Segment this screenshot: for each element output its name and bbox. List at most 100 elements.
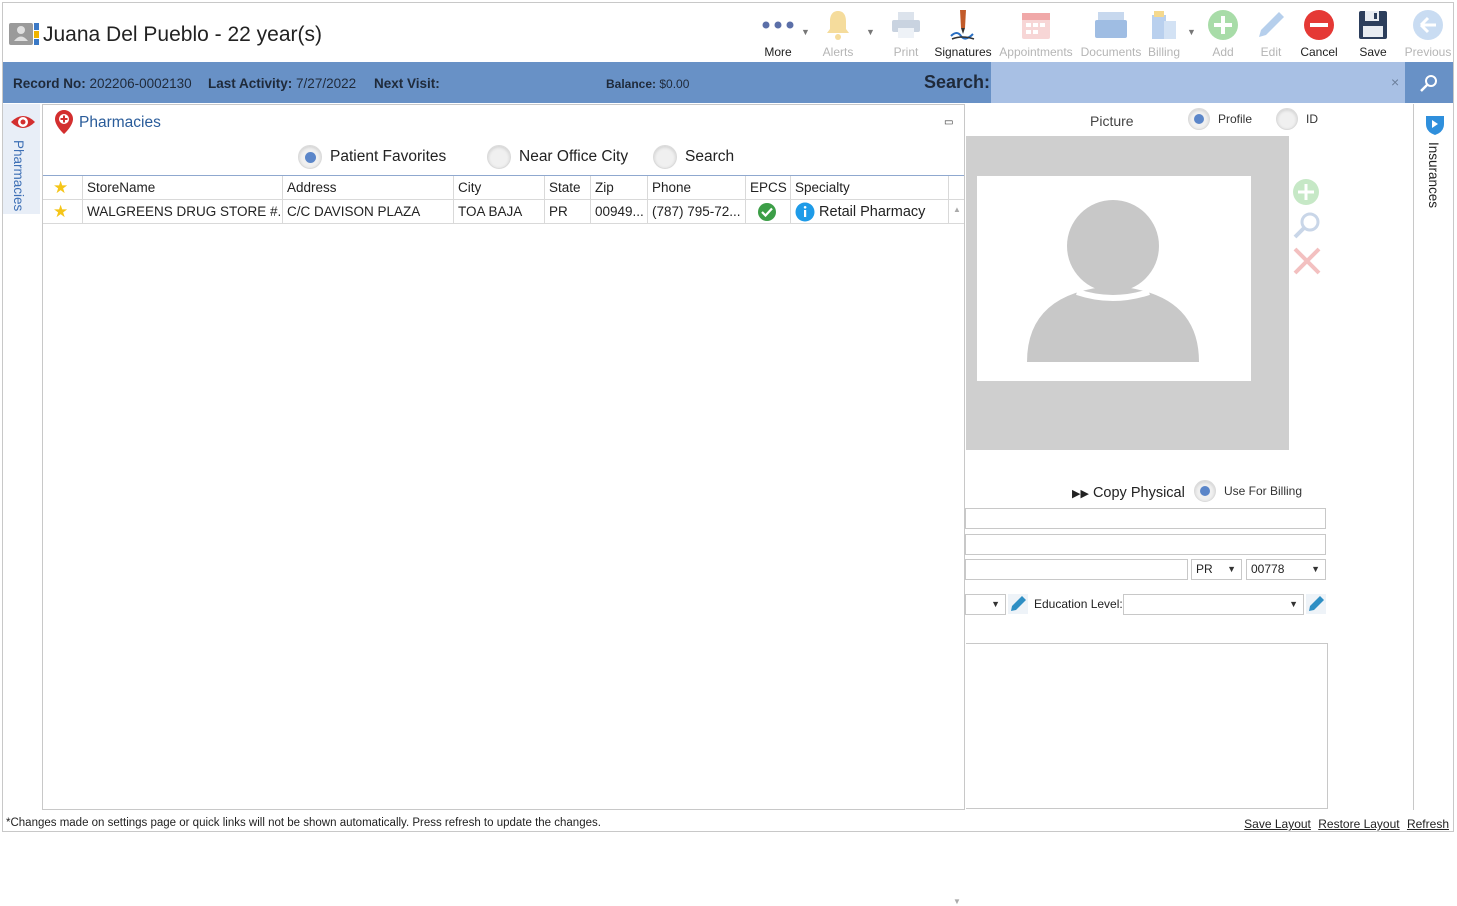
use-for-billing-radio[interactable]: Use For Billing [1194,480,1302,502]
signatures-button[interactable]: Signatures [933,7,993,61]
filter-near-office-city[interactable]: Near Office City [487,145,628,169]
picture-id-radio[interactable]: ID [1276,108,1318,130]
address-line-1-field[interactable] [965,508,1326,529]
alerts-button[interactable]: Alerts [818,7,858,61]
panel-title: Pharmacies [79,114,161,131]
tab-insurances[interactable]: Insurances [1416,104,1453,209]
printer-icon [892,12,920,38]
tab-pharmacies[interactable]: Pharmacies [3,104,40,214]
filter-patient-favorites[interactable]: Patient Favorites [298,145,446,169]
edit-list-pencil-icon[interactable] [1008,594,1028,614]
search-clear-button[interactable]: × [1391,74,1399,90]
cancel-button[interactable]: Cancel [1297,7,1341,61]
left-select[interactable]: ▼ [965,594,1006,615]
patient-card-icon [9,23,39,45]
radio-selected [1194,480,1216,502]
documents-button[interactable]: Documents [1079,7,1143,61]
billing-button[interactable]: Billing [1145,7,1183,61]
grid-scrollbar[interactable]: ▲ ▼ [950,203,964,906]
info-icon[interactable] [795,202,815,222]
zoom-photo-icon[interactable] [1292,210,1322,240]
column-header-city[interactable]: City [454,176,545,200]
city-field[interactable] [965,559,1188,580]
picture-profile-radio[interactable]: Profile [1188,108,1252,130]
calendar-icon [1022,13,1050,39]
tab-pharmacies-label: Pharmacies [11,140,26,212]
delete-photo-icon[interactable] [1292,246,1322,276]
add-photo-icon[interactable] [1292,178,1320,206]
patient-detail-panel: Picture Profile ID ▶▶ Copy Physical Use … [965,104,1414,810]
more-dropdown-arrow[interactable]: ▼ [801,27,810,37]
avatar-placeholder-icon [1027,200,1199,362]
print-button[interactable]: Print [885,7,927,61]
column-header-storename[interactable]: StoreName [83,176,283,200]
radio-selected [298,145,322,169]
signature-pen-icon [950,10,975,40]
address-line-2-field[interactable] [965,534,1326,555]
state-select[interactable]: PR ▼ [1191,559,1242,580]
alerts-dropdown-arrow[interactable]: ▼ [866,27,875,37]
add-button[interactable]: Add [1203,7,1243,61]
search-label: Search: [924,72,991,92]
scroll-down-arrow[interactable]: ▼ [953,897,961,906]
filter-search[interactable]: Search [653,145,734,169]
chevron-down-icon: ▼ [1289,599,1298,609]
search-input[interactable] [991,62,1405,103]
epcs-check-icon [758,203,776,222]
patient-photo [977,176,1251,381]
picture-label: Picture [1090,113,1134,129]
radio-unselected [487,145,511,169]
bell-icon [827,11,849,40]
patient-info-bar: Record No: 202206-0002130 Last Activity:… [3,62,1453,103]
footer-note: *Changes made on settings page or quick … [6,817,601,829]
column-header-epcs[interactable]: EPCS [746,176,791,200]
education-level-select[interactable]: ▼ [1123,594,1304,615]
column-header-phone[interactable]: Phone [648,176,746,200]
pharmacies-panel: Pharmacies ▭ Patient Favorites Near Offi… [42,104,965,906]
grid-header: ★ StoreName Address City State Zip Phone… [43,176,964,200]
edit-education-pencil-icon[interactable] [1306,594,1326,614]
favorite-column-header-star-icon[interactable]: ★ [43,176,83,200]
table-row[interactable]: ★ WALGREENS DRUG STORE #... C/C DAVISON … [43,200,964,224]
notes-textarea[interactable] [966,643,1328,809]
appointments-button[interactable]: Appointments [997,7,1075,61]
column-header-specialty[interactable]: Specialty [791,176,949,200]
column-header-address[interactable]: Address [283,176,454,200]
radio-unselected [653,145,677,169]
floppy-icon [1359,11,1387,39]
education-level-label: Education Level: [1034,597,1123,611]
patient-header: Juana Del Pueblo - 22 year(s) More ▼ Ale… [3,3,1453,61]
search-button[interactable] [1405,62,1453,103]
zip-select[interactable]: 00778 ▼ [1246,559,1326,580]
tab-insurances-label: Insurances [1426,142,1441,209]
column-header-state[interactable]: State [545,176,591,200]
pharmacy-pin-icon [55,110,73,134]
cell-specialty: Retail Pharmacy [791,200,949,224]
save-layout-link[interactable]: Save Layout [1244,817,1311,831]
restore-layout-link[interactable]: Restore Layout [1318,817,1399,831]
refresh-link[interactable]: Refresh [1407,817,1449,831]
column-header-zip[interactable]: Zip [591,176,648,200]
billing-icon [1152,11,1176,39]
billing-dropdown-arrow[interactable]: ▼ [1187,27,1196,37]
pharmacies-grid: ★ StoreName Address City State Zip Phone… [43,175,964,224]
previous-button[interactable]: Previous [1403,7,1453,61]
scroll-up-arrow[interactable]: ▲ [953,205,961,214]
chevron-down-icon: ▼ [1311,564,1320,574]
patient-name: Juana Del Pueblo - 22 year(s) [43,23,322,46]
pin-icon[interactable]: ▭ [944,117,953,128]
balance: Balance: $0.00 [606,77,690,91]
radio-selected [1188,108,1210,130]
cell-zip: 00949... [591,200,648,224]
favorite-star-icon[interactable]: ★ [43,200,83,224]
edit-button[interactable]: Edit [1251,7,1291,61]
more-button[interactable]: More [758,7,798,61]
cell-epcs [746,200,791,224]
save-button[interactable]: Save [1353,7,1393,61]
cell-address: C/C DAVISON PLAZA [283,200,454,224]
plus-circle-icon [1208,10,1238,40]
radio-unselected [1276,108,1298,130]
chevron-down-icon: ▼ [1227,564,1236,574]
more-dots-icon [762,21,794,29]
copy-physical-button[interactable]: ▶▶ Copy Physical [1072,485,1185,501]
